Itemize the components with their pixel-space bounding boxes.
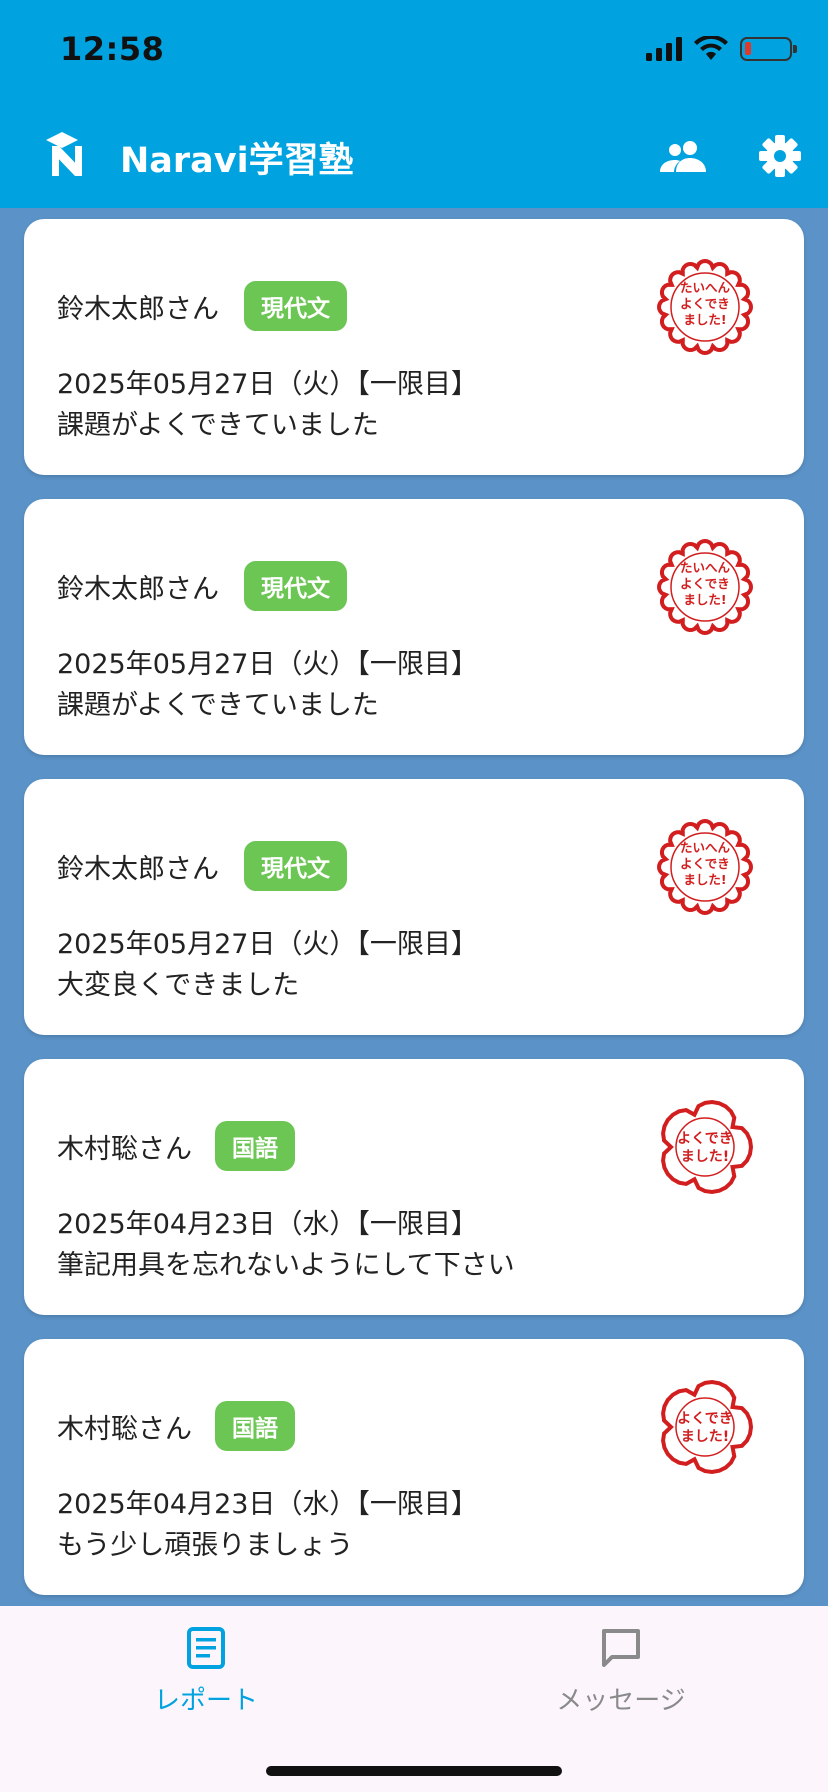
tab-reports[interactable]: レポート [56,1624,356,1717]
report-date: 2025年05月27日（火）【一限目】 [57,649,478,680]
app-header: Naravi学習塾 [0,104,828,208]
settings-button[interactable] [754,130,806,182]
status-time: 12:58 [60,30,165,68]
battery-icon [740,37,797,61]
report-card[interactable]: 鈴木太郎さん 現代文 2025年05月27日（火）【一限目】 大変良くできました… [24,779,804,1035]
stamp-icon: たいへん よくでき ました! [657,539,753,635]
report-card[interactable]: 木村聡さん 国語 2025年04月23日（水）【一限目】 もう少し頑張りましょう… [24,1339,804,1595]
report-comment: もう少し頑張りましょう [57,1530,354,1561]
report-comment: 課題がよくできていました [57,410,379,441]
status-bar: 12:58 [0,0,828,104]
tab-label: レポート [153,1686,258,1716]
app-logo-icon [46,132,82,176]
people-icon [660,141,706,172]
report-comment: 課題がよくできていました [57,690,379,721]
stamp-text: たいへん [680,840,731,855]
stamp-icon: よくできました! [657,1379,753,1475]
report-card[interactable]: 木村聡さん 国語 2025年04月23日（水）【一限目】 筆記用具を忘れないよう… [24,1059,804,1315]
student-name: 鈴木太郎さん [57,294,219,325]
tab-messages[interactable]: メッセージ [471,1624,771,1717]
message-icon [602,1629,640,1667]
home-indicator [266,1766,562,1776]
subject-badge: 現代文 [244,841,347,891]
cellular-signal-icon [646,37,682,61]
status-icons [646,36,797,62]
report-comment: 大変良くできました [57,970,300,1001]
subject-badge: 国語 [215,1121,295,1171]
stamp-text: ました! [683,592,726,607]
report-list: 鈴木太郎さん 現代文 2025年05月27日（火）【一限目】 課題がよくできてい… [24,219,804,1619]
stamp-text: よくでき [680,296,730,311]
report-date: 2025年04月23日（水）【一限目】 [57,1489,478,1520]
stamp-text: ました! [683,312,726,327]
stamp-text: よくでき [677,1411,733,1427]
stamp-text: たいへん [680,280,731,295]
stamp-text: ました! [681,1149,729,1165]
stamp-text: よくでき [680,576,730,591]
app-title: Naravi学習塾 [120,141,354,181]
stamp-text: たいへん [680,560,731,575]
stamp-text: よくでき [677,1131,733,1147]
student-name: 鈴木太郎さん [57,574,219,605]
stamp-text: ました! [683,872,726,887]
tab-label: メッセージ [556,1686,686,1716]
subject-badge: 国語 [215,1401,295,1451]
report-date: 2025年04月23日（水）【一限目】 [57,1209,478,1240]
report-date: 2025年05月27日（火）【一限目】 [57,929,478,960]
student-name: 木村聡さん [57,1134,192,1165]
stamp-icon: よくできました! [657,1099,753,1195]
stamp-icon: たいへん よくでき ました! [657,819,753,915]
wifi-icon [694,36,728,60]
report-date: 2025年05月27日（火）【一限目】 [57,369,478,400]
gear-icon [759,135,801,177]
stamp-text: よくでき [680,856,730,871]
stamp-text: ました! [681,1429,729,1445]
report-icon [187,1627,225,1669]
report-card[interactable]: 鈴木太郎さん 現代文 2025年05月27日（火）【一限目】 課題がよくできてい… [24,499,804,755]
tab-bar: レポート メッセージ [0,1606,828,1792]
report-card[interactable]: 鈴木太郎さん 現代文 2025年05月27日（火）【一限目】 課題がよくできてい… [24,219,804,475]
people-button[interactable] [658,130,710,182]
subject-badge: 現代文 [244,561,347,611]
subject-badge: 現代文 [244,281,347,331]
report-comment: 筆記用具を忘れないようにして下さい [57,1250,515,1281]
stamp-icon: たいへん よくでき ました! [657,259,753,355]
student-name: 鈴木太郎さん [57,854,219,885]
student-name: 木村聡さん [57,1414,192,1445]
